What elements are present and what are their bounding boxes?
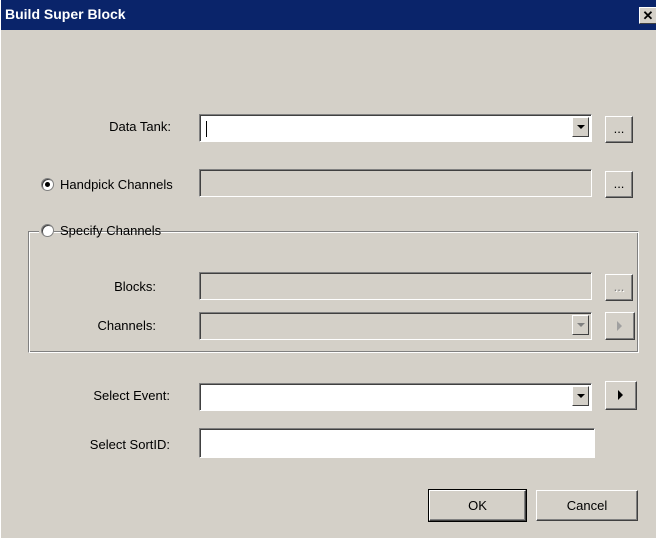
handpick-browse-button[interactable]: ...: [605, 171, 633, 198]
data-tank-label: Data Tank:: [109, 119, 171, 134]
build-super-block-dialog: Build Super Block ✕ Data Tank: ... Handp…: [0, 0, 656, 538]
blocks-field: [199, 272, 592, 300]
specify-channels-radio[interactable]: [41, 224, 54, 237]
blocks-label: Blocks:: [114, 279, 156, 294]
select-event-combobox[interactable]: [199, 383, 592, 411]
handpick-channels-radio[interactable]: [41, 178, 54, 191]
data-tank-browse-button[interactable]: ...: [605, 116, 633, 143]
radio-selected-dot: [45, 182, 50, 187]
channels-combobox: [199, 312, 592, 340]
select-sortid-input[interactable]: [199, 428, 595, 458]
play-arrow-icon: [618, 390, 623, 400]
data-tank-dropdown-icon[interactable]: [572, 117, 589, 137]
select-event-label: Select Event:: [93, 388, 170, 403]
handpick-channels-label[interactable]: Handpick Channels: [60, 177, 173, 192]
title-bar[interactable]: Build Super Block ✕: [1, 0, 656, 30]
select-sortid-label: Select SortID:: [89, 437, 170, 452]
specify-channels-label[interactable]: Specify Channels: [60, 223, 161, 238]
dialog-title: Build Super Block: [5, 6, 126, 22]
handpick-channels-field[interactable]: [199, 169, 592, 197]
channels-dropdown-icon: [572, 315, 589, 335]
select-event-next-button[interactable]: [605, 381, 637, 410]
text-caret: [206, 121, 207, 137]
close-icon[interactable]: ✕: [639, 7, 656, 24]
specify-channels-legend: Specify Channels: [39, 222, 161, 240]
blocks-browse-button: ...: [605, 274, 633, 301]
channels-next-button: [605, 312, 635, 340]
data-tank-combobox[interactable]: [199, 114, 592, 142]
play-arrow-icon: [617, 321, 622, 331]
channels-label: Channels:: [97, 318, 156, 333]
select-event-dropdown-icon[interactable]: [572, 386, 589, 406]
cancel-button[interactable]: Cancel: [536, 490, 638, 521]
ok-button[interactable]: OK: [428, 489, 527, 522]
